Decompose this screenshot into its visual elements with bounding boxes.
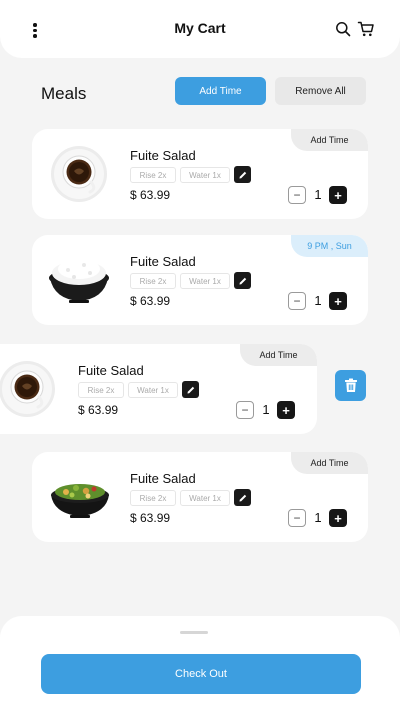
item-price: $ 63.99 — [78, 403, 119, 417]
decrease-quantity-button[interactable]: − — [288, 509, 306, 527]
item-name: Fuite Salad — [130, 471, 196, 486]
pencil-icon — [239, 277, 246, 284]
decrease-quantity-button[interactable]: − — [236, 401, 254, 419]
item-name: Fuite Salad — [130, 148, 196, 163]
app-header: My Cart — [0, 0, 400, 58]
pencil-icon — [187, 386, 194, 393]
item-tag: Rise 2x — [130, 490, 176, 506]
remove-all-button[interactable]: Remove All — [275, 77, 366, 105]
item-quantity: 1 — [314, 187, 322, 202]
checkout-button[interactable]: Check Out — [41, 654, 361, 694]
decrease-quantity-button[interactable]: − — [288, 186, 306, 204]
item-quantity: 1 — [314, 293, 322, 308]
pencil-icon — [239, 494, 246, 501]
decrease-quantity-button[interactable]: − — [288, 292, 306, 310]
item-scheduled-time[interactable]: 9 PM , Sun — [291, 235, 368, 257]
coffee-cup-image — [51, 146, 107, 202]
increase-quantity-button[interactable]: + — [329, 186, 347, 204]
drag-handle[interactable] — [180, 631, 208, 634]
trash-icon — [344, 378, 357, 392]
item-name: Fuite Salad — [78, 363, 144, 378]
cart-item-card[interactable]: Fuite Salad Rise 2x Water 1x $ 63.99 − 1… — [32, 452, 368, 542]
cart-item-card[interactable]: Fuite Salad Rise 2x Water 1x $ 63.99 − 1… — [32, 235, 368, 325]
item-quantity: 1 — [262, 402, 270, 417]
cart-icon[interactable] — [357, 20, 375, 38]
cart-item-card-swiped[interactable]: Fuite Salad Rise 2x Water 1x $ 63.99 − 1… — [0, 344, 317, 434]
item-tag: Water 1x — [180, 490, 230, 506]
item-tag: Water 1x — [128, 382, 178, 398]
item-quantity: 1 — [314, 510, 322, 525]
item-name: Fuite Salad — [130, 254, 196, 269]
cart-item-card[interactable]: Fuite Salad Rise 2x Water 1x $ 63.99 − 1… — [32, 129, 368, 219]
coffee-cup-image — [0, 361, 55, 417]
item-tag: Water 1x — [180, 167, 230, 183]
item-price: $ 63.99 — [130, 188, 171, 202]
cart-screen: My Cart Meals Add Time Remove All Fuite … — [0, 0, 400, 710]
pencil-icon — [239, 171, 246, 178]
increase-quantity-button[interactable]: + — [329, 292, 347, 310]
item-price: $ 63.99 — [130, 511, 171, 525]
salad-bowl-image — [51, 484, 109, 518]
checkout-panel: Check Out — [0, 616, 400, 710]
increase-quantity-button[interactable]: + — [329, 509, 347, 527]
edit-button[interactable] — [182, 381, 199, 398]
item-tag: Water 1x — [180, 273, 230, 289]
item-add-time-button[interactable]: Add Time — [291, 452, 368, 474]
edit-button[interactable] — [234, 166, 251, 183]
edit-button[interactable] — [234, 489, 251, 506]
item-add-time-button[interactable]: Add Time — [291, 129, 368, 151]
delete-item-button[interactable] — [335, 370, 366, 401]
item-tag: Rise 2x — [130, 273, 176, 289]
add-time-button[interactable]: Add Time — [175, 77, 266, 105]
item-tag: Rise 2x — [130, 167, 176, 183]
search-icon[interactable] — [335, 21, 351, 37]
item-price: $ 63.99 — [130, 294, 171, 308]
section-title: Meals — [41, 84, 87, 103]
increase-quantity-button[interactable]: + — [277, 401, 295, 419]
item-tag: Rise 2x — [78, 382, 124, 398]
item-add-time-button[interactable]: Add Time — [240, 344, 317, 366]
edit-button[interactable] — [234, 272, 251, 289]
rice-bowl-image — [49, 259, 109, 303]
